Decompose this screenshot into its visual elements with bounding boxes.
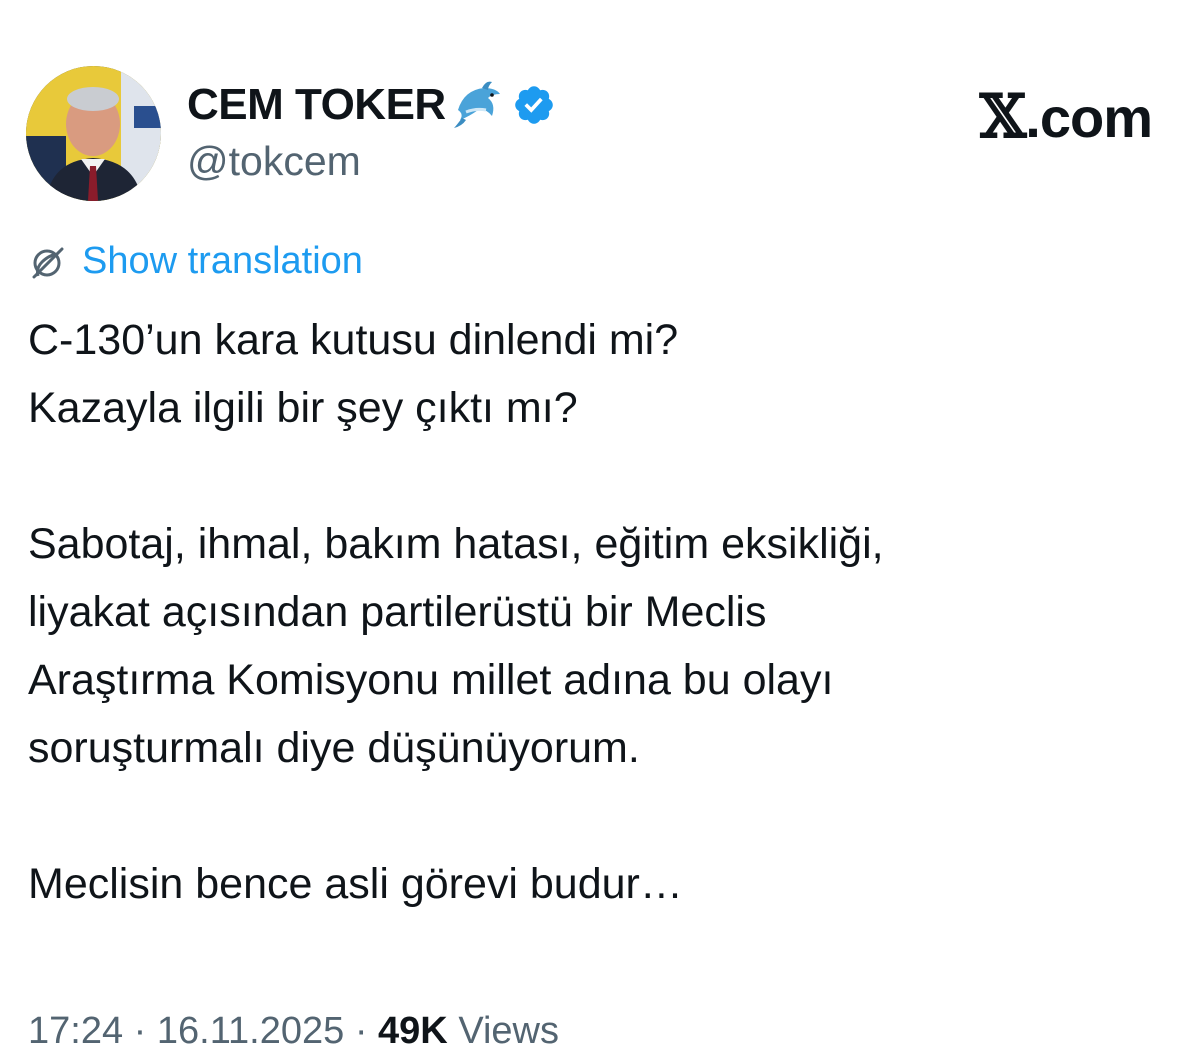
dolphin-emoji-icon bbox=[452, 80, 506, 130]
meta-separator: · bbox=[354, 1010, 368, 1052]
tweet-date[interactable]: 16.11.2025 bbox=[157, 1010, 344, 1052]
translate-globe-icon bbox=[28, 242, 68, 282]
show-translation-label[interactable]: Show translation bbox=[82, 240, 363, 283]
show-translation-button[interactable]: Show translation bbox=[28, 240, 363, 283]
views-label: Views bbox=[458, 1010, 559, 1052]
brand-domain: .com bbox=[1025, 85, 1153, 149]
tweet-line: C-130’un kara kutusu dinlendi mi? bbox=[28, 316, 679, 364]
user-handle[interactable]: @tokcem bbox=[187, 138, 361, 185]
tweet-line: Sabotaj, ihmal, bakım hatası, eğitim eks… bbox=[28, 520, 884, 568]
display-name-row[interactable]: CEM TOKER bbox=[187, 80, 556, 130]
avatar[interactable] bbox=[26, 66, 161, 201]
tweet-line: soruşturmalı diye düşünüyorum. bbox=[28, 724, 640, 772]
tweet-line: Kazayla ilgili bir şey çıktı mı? bbox=[28, 384, 578, 432]
display-name[interactable]: CEM TOKER bbox=[187, 80, 446, 130]
x-logo-icon: 𝕏 bbox=[979, 82, 1027, 152]
x-com-logo: 𝕏 .com bbox=[979, 82, 1153, 152]
tweet-time[interactable]: 17:24 bbox=[28, 1010, 123, 1052]
tweet-line: liyakat açısından partilerüstü bir Mecli… bbox=[28, 588, 767, 636]
tweet-text: C-130’un kara kutusu dinlendi mi? Kazayl… bbox=[28, 306, 1178, 918]
views-count[interactable]: 49K bbox=[378, 1010, 448, 1052]
profile-photo bbox=[26, 66, 161, 201]
tweet-meta: 17:24 · 16.11.2025 · 49K Views bbox=[28, 1010, 559, 1053]
verified-badge-icon bbox=[512, 83, 556, 127]
tweet-line: Araştırma Komisyonu millet adına bu olay… bbox=[28, 656, 834, 704]
tweet-line: Meclisin bence asli görevi budur… bbox=[28, 860, 683, 908]
meta-separator: · bbox=[133, 1010, 147, 1052]
